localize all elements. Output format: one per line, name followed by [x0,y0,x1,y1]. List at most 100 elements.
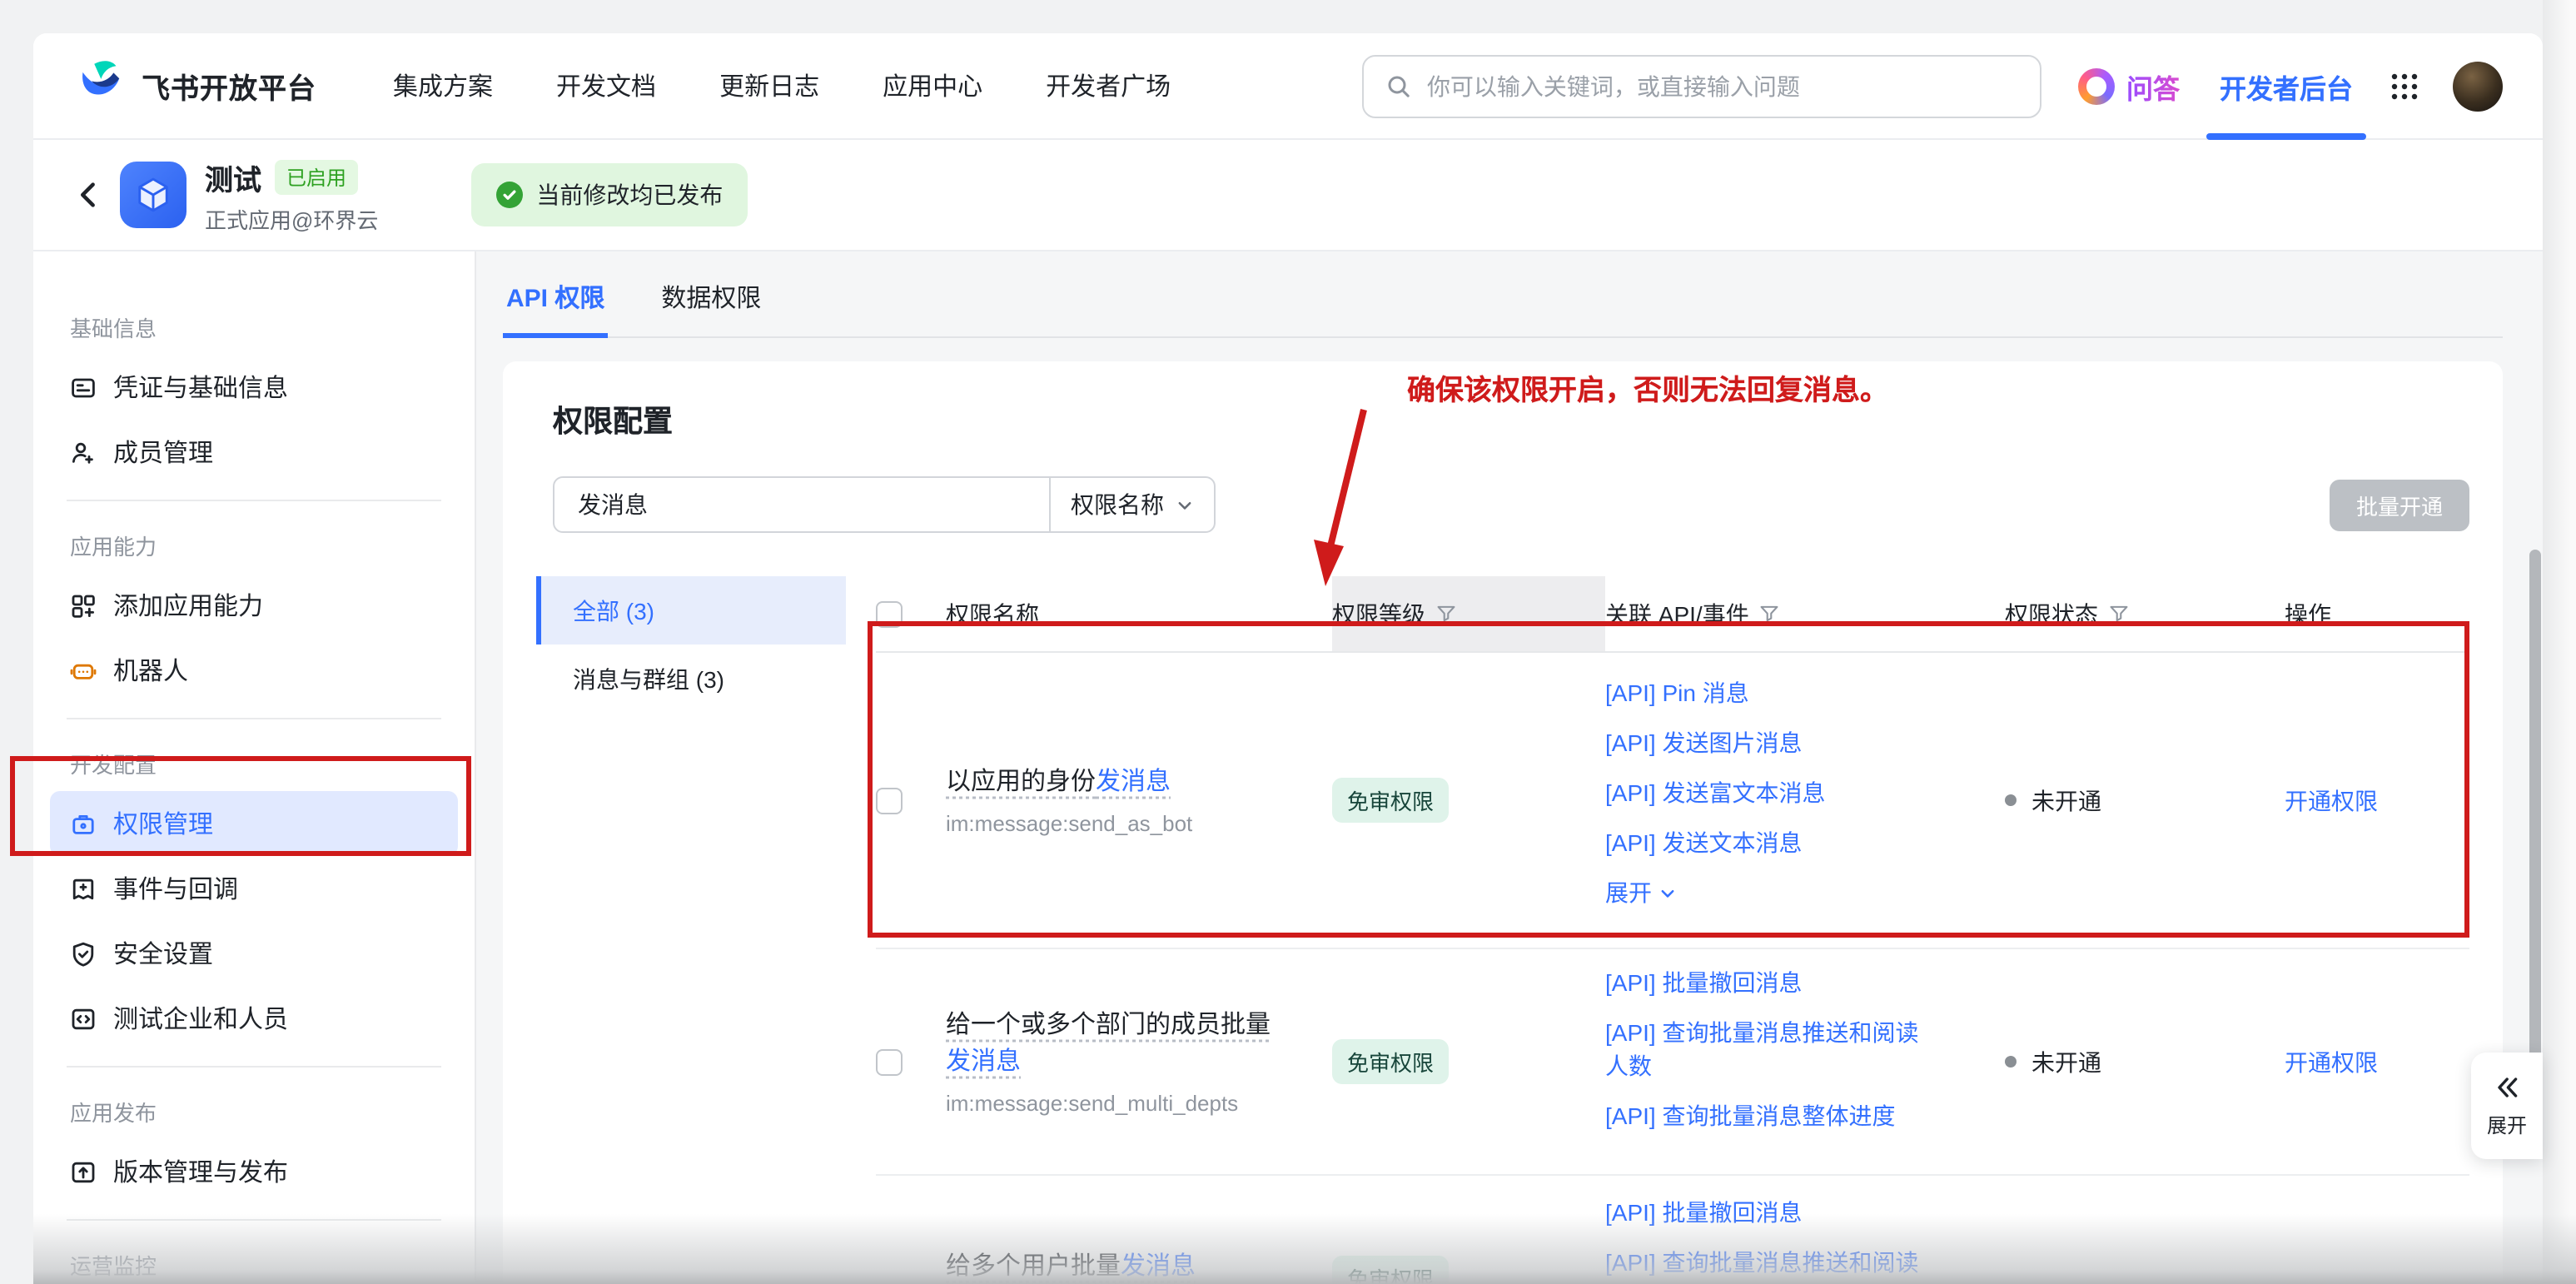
api-link[interactable]: [API] 批量撤回消息 [1605,1196,1938,1229]
col-permission-name: 权限名称 [946,597,1039,630]
expand-api-list-link[interactable]: 展开 [1605,876,1938,909]
sidebar-item-permissions[interactable]: 权限管理 [50,791,458,856]
category-all[interactable]: 全部 (3) [536,576,846,644]
app-subtitle: 正式应用@环界云 [205,202,378,234]
api-link[interactable]: [API] 查询批量消息整体进度 [1605,1099,1938,1132]
table-row: 给一个或多个部门的成员批量发消息 im:message:send_multi_d… [876,949,2469,1176]
nav-link-solutions[interactable]: 集成方案 [393,68,493,103]
qa-ring-icon [2078,67,2115,104]
logo-text: 飞书开放平台 [142,65,316,107]
code-icon [70,1005,97,1032]
sidebar-item-version-release[interactable]: 版本管理与发布 [33,1139,475,1204]
developer-console-link[interactable]: 开发者后台 [2220,33,2353,139]
window-right-margin [2543,0,2576,1284]
app-header: 测试 已启用 正式应用@环界云 当前修改均已发布 [33,140,2543,251]
table-header: 权限名称 权限等级 关联 API/事件 [876,576,2469,653]
sidebar-item-members[interactable]: 成员管理 [33,420,475,485]
feishu-logo[interactable]: 飞书开放平台 [77,57,316,115]
sidebar-section-dev-config: 开发配置 [33,734,475,791]
tab-data-permission[interactable]: 数据权限 [658,280,764,338]
api-link[interactable]: [API] Pin 消息 [1605,676,1938,709]
main-nav: 集成方案 开发文档 更新日志 应用中心 开发者广场 [393,68,1171,103]
permission-name[interactable]: 给多个用户批量发消息 [946,1249,1196,1284]
id-card-icon [70,374,97,401]
permission-code: im:message:send_multi_depts [946,1091,1292,1116]
permission-table: 权限名称 权限等级 关联 API/事件 [876,576,2469,1284]
apps-add-icon [70,592,97,619]
api-link-list: [API] 批量撤回消息 [API] 查询批量消息推送和阅读人数 [API] 查… [1605,949,2005,1174]
screenshot-stage: 飞书开放平台 集成方案 开发文档 更新日志 应用中心 开发者广场 你可以输入关键… [0,0,2576,1284]
sidebar-section-capability: 应用能力 [33,516,475,573]
feishu-bird-icon [77,57,127,115]
table-row: 以应用的身份发消息 im:message:send_as_bot 免审权限 [A… [876,653,2469,949]
category-list: 全部 (3) 消息与群组 (3) [536,576,846,1284]
permission-config-card: 权限配置 发消息 权限名称 批量开通 [503,361,2503,1284]
cube-app-icon [120,162,186,228]
qa-link[interactable]: 问答 [2078,66,2180,106]
search-placeholder: 你可以输入关键词，或直接输入问题 [1427,69,1800,102]
select-all-checkbox[interactable] [876,600,903,627]
page: 飞书开放平台 集成方案 开发文档 更新日志 应用中心 开发者广场 你可以输入关键… [33,33,2543,1284]
nav-link-changelog[interactable]: 更新日志 [719,68,819,103]
status-dot-icon [2005,1056,2017,1068]
sidebar-item-add-capability[interactable]: 添加应用能力 [33,573,475,638]
bulk-enable-button[interactable]: 批量开通 [2330,479,2469,530]
permission-code: im:message:send_as_bot [946,811,1192,836]
api-link[interactable]: [API] 发送富文本消息 [1605,776,1938,809]
nav-link-docs[interactable]: 开发文档 [556,68,656,103]
sidebar-section-basic: 基础信息 [33,298,475,355]
filter-funnel-icon[interactable] [1435,603,1457,625]
toolbar: 发消息 权限名称 批量开通 [553,476,2469,533]
back-chevron-icon[interactable] [63,170,113,220]
enabled-status-badge: 已启用 [275,159,358,194]
divider [67,500,441,501]
level-badge: 免审权限 [1332,778,1449,823]
filter-funnel-icon[interactable] [1759,603,1781,625]
permission-name[interactable]: 以应用的身份发消息 [946,764,1192,801]
api-link-list: [API] Pin 消息 [API] 发送图片消息 [API] 发送富文本消息 … [1605,653,2005,948]
enable-permission-link[interactable]: 开通权限 [2285,1045,2378,1078]
main-content: API 权限 数据权限 权限配置 发消息 权限名称 [476,251,2543,1282]
divider [67,718,441,719]
sidebar-item-events[interactable]: 事件与回调 [33,856,475,921]
filter-funnel-icon[interactable] [2108,603,2130,625]
row-checkbox[interactable] [876,1048,903,1075]
sidebar-item-test-org[interactable]: 测试企业和人员 [33,986,475,1051]
vertical-scrollbar[interactable] [2529,550,2541,1082]
api-link[interactable]: [API] 发送文本消息 [1605,826,1938,859]
permission-name[interactable]: 给一个或多个部门的成员批量发消息 [946,1008,1292,1081]
divider [67,1066,441,1068]
tab-api-permission[interactable]: API 权限 [503,280,608,338]
active-tab-underline [2206,132,2366,139]
top-navbar: 飞书开放平台 集成方案 开发文档 更新日志 应用中心 开发者广场 你可以输入关键… [33,33,2543,140]
table-row: 给多个用户批量发消息 免审权限 [API] 批量撤回消息 [API] 查询批量消… [876,1176,2469,1284]
user-add-icon [70,439,97,465]
shield-check-icon [70,940,97,967]
api-link[interactable]: [API] 查询批量消息推送和阅读人数 [1605,1016,1938,1082]
category-message-group[interactable]: 消息与群组 (3) [536,644,846,713]
api-link[interactable]: [API] 发送图片消息 [1605,726,1938,759]
nav-link-dev-plaza[interactable]: 开发者广场 [1046,68,1171,103]
search-field-dropdown[interactable]: 权限名称 [1049,478,1214,531]
permission-search-group: 发消息 权限名称 [553,476,1216,533]
sidebar-section-release: 应用发布 [33,1082,475,1139]
upload-square-icon [70,1158,97,1185]
row-checkbox[interactable] [876,787,903,814]
user-avatar[interactable] [2453,61,2503,111]
nav-link-app-center[interactable]: 应用中心 [883,68,982,103]
api-link[interactable]: [API] 查询批量消息推送和阅读 [1605,1246,1938,1279]
double-chevron-left-icon [2494,1073,2520,1100]
sidebar-item-bot[interactable]: 机器人 [33,638,475,703]
sidebar-item-security[interactable]: 安全设置 [33,921,475,986]
api-link[interactable]: [API] 批量撤回消息 [1605,966,1938,999]
expand-panel-label: 展开 [2487,1110,2527,1138]
expand-panel-button[interactable]: 展开 [2471,1053,2543,1159]
briefcase-lock-icon [70,810,97,837]
global-search-input[interactable]: 你可以输入关键词，或直接输入问题 [1362,54,2041,117]
col-action: 操作 [2285,597,2331,630]
apps-grid-icon[interactable] [2390,71,2419,101]
permission-search-input[interactable]: 发消息 [554,478,1049,531]
chevron-down-icon [1176,495,1194,514]
enable-permission-link[interactable]: 开通权限 [2285,784,2378,817]
sidebar-item-credentials[interactable]: 凭证与基础信息 [33,355,475,420]
